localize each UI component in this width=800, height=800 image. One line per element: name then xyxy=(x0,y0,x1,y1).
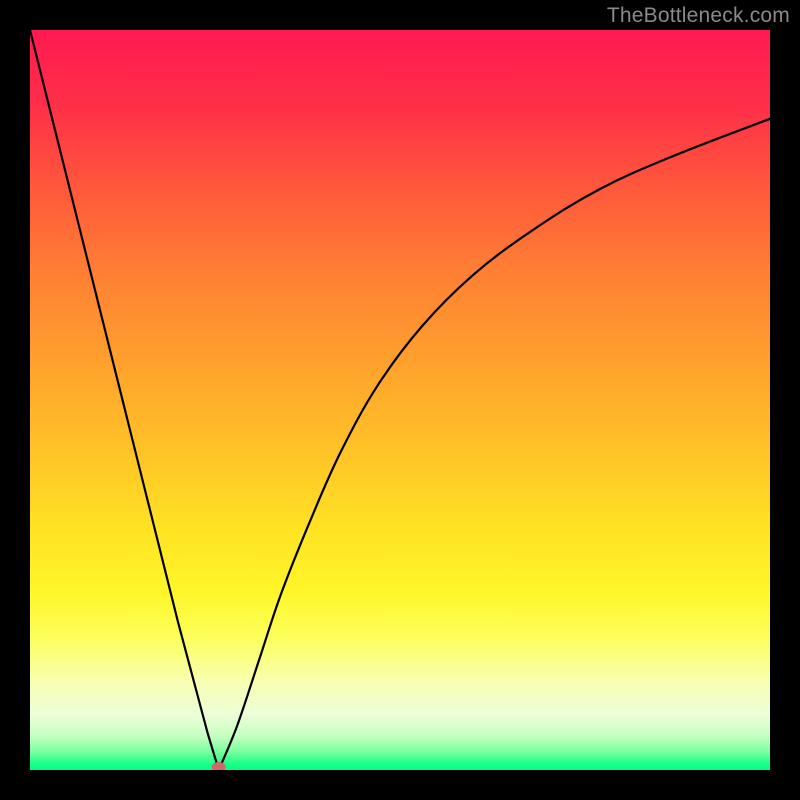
chart-frame: TheBottleneck.com xyxy=(0,0,800,800)
bottleneck-curve xyxy=(30,30,770,770)
minimum-marker xyxy=(212,762,226,770)
watermark-text: TheBottleneck.com xyxy=(607,4,790,28)
plot-area xyxy=(30,30,770,770)
chart-svg xyxy=(30,30,770,770)
